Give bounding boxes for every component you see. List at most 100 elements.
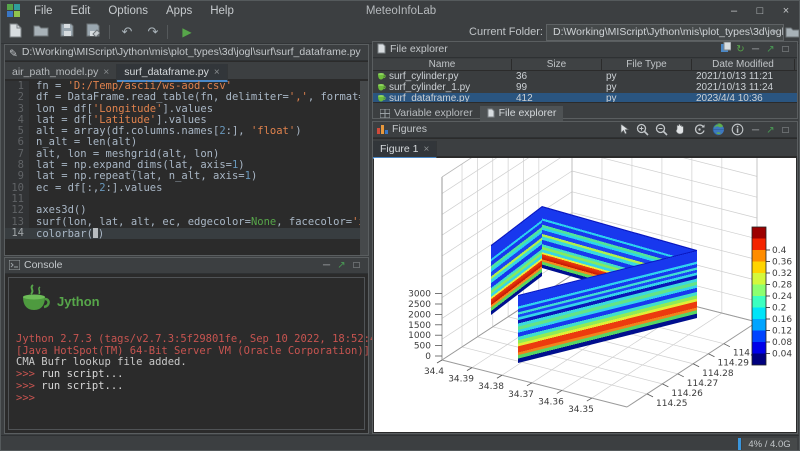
editor-tab-air-path-model-py[interactable]: air_path_model.py × bbox=[5, 64, 117, 82]
python-file-icon bbox=[377, 71, 389, 82]
code-token: lon = df[ bbox=[36, 103, 93, 115]
column-header-size[interactable]: Size bbox=[512, 59, 602, 71]
redo-button[interactable]: ↷ bbox=[143, 23, 163, 41]
editor-file-path: D:\Working\MIScript\Jython\mis\plot_type… bbox=[22, 46, 361, 58]
new-script-button[interactable] bbox=[5, 23, 25, 41]
line-number: 12 bbox=[5, 205, 29, 216]
figures-panel-controls: ─↗□ bbox=[748, 124, 793, 136]
x-tick-label: 34.39 bbox=[448, 375, 474, 385]
current-folder-combobox[interactable]: D:\Working\MIScript\Jython\mis\plot_type… bbox=[546, 24, 784, 41]
code-token: None bbox=[251, 216, 276, 228]
toolbar-separator bbox=[109, 25, 110, 39]
maximize-icon[interactable]: □ bbox=[778, 123, 793, 138]
editor-tab-label: air_path_model.py bbox=[12, 66, 98, 78]
file-page-icon bbox=[377, 43, 386, 58]
figure-tab-figure-1[interactable]: Figure 1× bbox=[373, 141, 437, 159]
import-files-icon[interactable] bbox=[718, 42, 733, 57]
line-number: 6 bbox=[5, 137, 29, 148]
zoom-in-icon[interactable] bbox=[634, 123, 650, 137]
file-row-surf-cylinder-1-py[interactable]: surf_cylinder_1.py99py2021/10/13 11:24 bbox=[373, 82, 797, 93]
column-header-date-modified[interactable]: Date Modified bbox=[692, 59, 795, 71]
editor-scrollbar[interactable] bbox=[360, 81, 368, 255]
open-file-button[interactable] bbox=[31, 23, 51, 41]
colorbar-segment bbox=[752, 308, 766, 320]
code-text: ec = df[:,2:].values bbox=[29, 183, 162, 194]
save-as-button[interactable] bbox=[83, 23, 103, 41]
variable-grid-icon bbox=[380, 107, 394, 119]
z-tick-label: 1000 bbox=[408, 331, 431, 341]
code-text: surf(lon, lat, alt, ec, edgecolor=None, … bbox=[29, 217, 360, 228]
tab-file-explorer[interactable]: File explorer bbox=[480, 106, 564, 122]
app-logo-icon bbox=[7, 4, 20, 22]
maximize-icon[interactable]: □ bbox=[778, 42, 793, 57]
minimize-icon[interactable]: ─ bbox=[319, 258, 334, 273]
code-token: 'float' bbox=[251, 125, 295, 137]
maximize-icon[interactable]: □ bbox=[349, 258, 364, 273]
code-token: ',' bbox=[289, 91, 308, 103]
close-icon[interactable]: × bbox=[103, 67, 109, 78]
minimize-window-button[interactable]: – bbox=[721, 1, 747, 21]
colorbar-segment bbox=[752, 296, 766, 308]
z-tick-label: 2000 bbox=[408, 310, 431, 320]
info-icon[interactable] bbox=[729, 123, 745, 137]
jython-logo-icon bbox=[17, 283, 55, 324]
figure-canvas[interactable]: 34.434.3934.3834.3734.3634.35114.25114.2… bbox=[374, 158, 796, 432]
colorbar-segment bbox=[752, 331, 766, 343]
menu-file[interactable]: File bbox=[25, 1, 62, 21]
editor-tab-surf-dataframe-py[interactable]: surf_dataframe.py× bbox=[117, 64, 227, 82]
file-cell: 36 bbox=[512, 71, 602, 82]
maximize-window-button[interactable]: □ bbox=[747, 1, 773, 21]
line-number: 3 bbox=[5, 104, 29, 115]
close-icon[interactable]: × bbox=[424, 144, 430, 155]
menu-options[interactable]: Options bbox=[99, 1, 157, 21]
editor-tab-bar: air_path_model.py×surf_dataframe.py× bbox=[5, 62, 368, 80]
code-token: lat = np.expand_dims(lat, axis= bbox=[36, 159, 232, 171]
edit-file-icon: ✎ bbox=[9, 47, 18, 61]
code-token: , facecolor= bbox=[276, 216, 352, 228]
select-arrow-icon[interactable] bbox=[616, 123, 632, 137]
refresh-icon[interactable]: ↻ bbox=[733, 42, 748, 57]
chevron-down-icon[interactable]: ▾ bbox=[767, 25, 781, 40]
tab-label: Variable explorer bbox=[394, 107, 473, 119]
x-tick-label: 34.38 bbox=[478, 382, 504, 392]
float-icon[interactable]: ↗ bbox=[763, 123, 778, 138]
close-window-button[interactable]: × bbox=[773, 1, 799, 21]
minimize-icon[interactable]: ─ bbox=[748, 123, 763, 138]
code-token: lat = df[ bbox=[36, 114, 93, 126]
menu-edit[interactable]: Edit bbox=[62, 1, 100, 21]
browse-folder-button[interactable] bbox=[785, 25, 800, 40]
file-cell: 2021/10/13 11:21 bbox=[692, 71, 795, 82]
colorbar-segment bbox=[752, 262, 766, 274]
column-header-file-type[interactable]: File Type bbox=[602, 59, 692, 71]
menu-help[interactable]: Help bbox=[201, 1, 243, 21]
file-cell: 99 bbox=[512, 82, 602, 93]
minimize-icon[interactable]: ─ bbox=[748, 42, 763, 57]
console-prompt: >>> bbox=[16, 392, 35, 404]
y-tick-label: 114.29 bbox=[717, 359, 749, 369]
code-token: :].values bbox=[106, 182, 163, 194]
console-line: Jython 2.7.3 (tags/v2.7.3:5f29801fe, Sep… bbox=[16, 334, 362, 346]
line-number: 4 bbox=[5, 115, 29, 126]
tab-variable-explorer[interactable]: Variable explorer bbox=[373, 106, 480, 122]
save-button[interactable] bbox=[57, 23, 77, 41]
console-output[interactable]: Jython Jython 2.7.3 (tags/v2.7.3:5f29801… bbox=[8, 277, 365, 430]
globe-icon[interactable] bbox=[710, 123, 726, 137]
file-table-header: NameSizeFile TypeDate Modified bbox=[373, 59, 797, 71]
file-page-icon bbox=[487, 107, 499, 119]
menu-apps[interactable]: Apps bbox=[157, 1, 201, 21]
float-icon[interactable]: ↗ bbox=[763, 42, 778, 57]
zoom-out-icon[interactable] bbox=[653, 123, 669, 137]
float-icon[interactable]: ↗ bbox=[334, 258, 349, 273]
colorbar-segment bbox=[752, 342, 766, 354]
file-row-surf-cylinder-py[interactable]: surf_cylinder.py36py2021/10/13 11:21 bbox=[373, 71, 797, 82]
status-bar: 4% / 4.0G bbox=[1, 435, 800, 451]
rotate-icon[interactable] bbox=[691, 123, 707, 137]
code-editor[interactable]: 1fn = 'D:/Temp/ascii/ws-aod.csv'2df = Da… bbox=[5, 81, 360, 255]
toolbar-separator bbox=[167, 25, 168, 39]
close-icon[interactable]: × bbox=[214, 67, 220, 78]
colorbar-segment bbox=[752, 319, 766, 331]
pan-hand-icon[interactable] bbox=[672, 123, 688, 137]
undo-button[interactable]: ↶ bbox=[117, 23, 137, 41]
column-header-name[interactable]: Name bbox=[373, 59, 512, 71]
run-script-button[interactable]: ▶ bbox=[177, 23, 197, 41]
